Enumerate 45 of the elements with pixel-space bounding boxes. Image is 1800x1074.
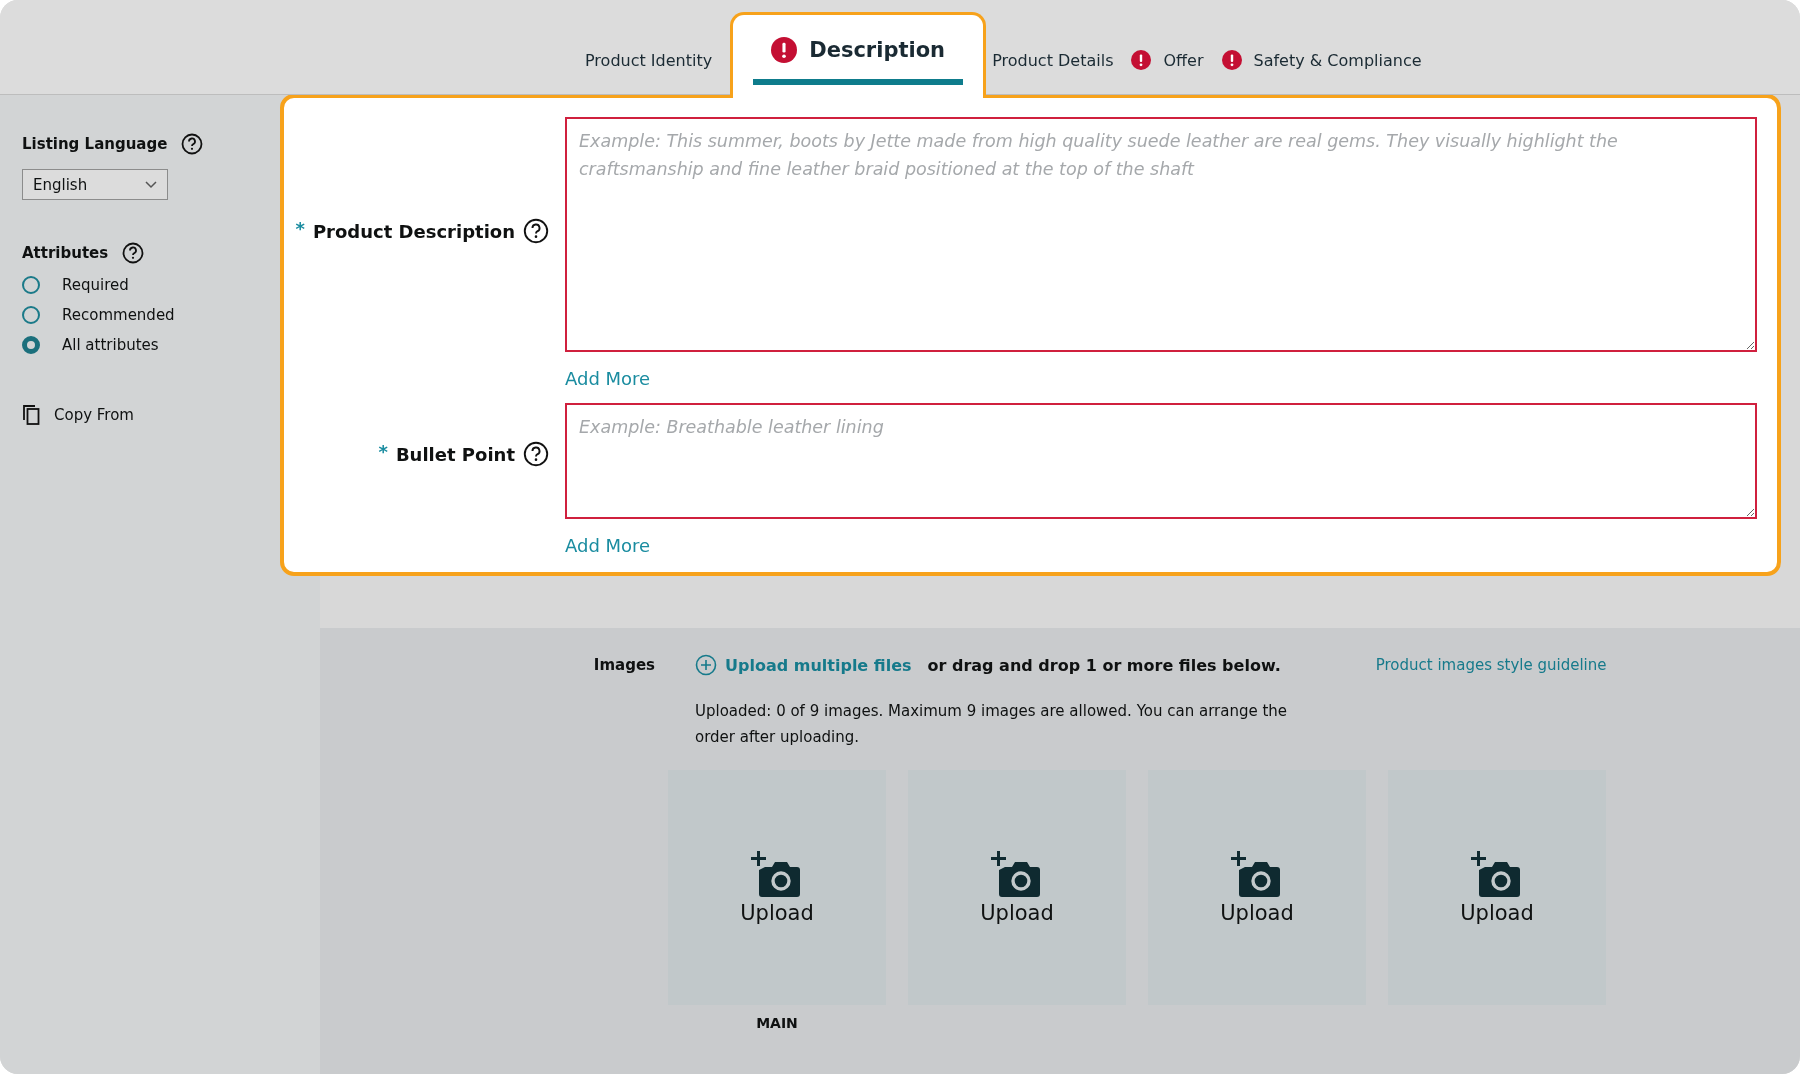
camera-add-icon: [751, 850, 803, 897]
camera-add-icon: [1471, 850, 1523, 897]
tab[interactable]: Offer: [1131, 50, 1222, 94]
error-icon: [771, 37, 798, 63]
radio-label: All attributes: [62, 336, 159, 354]
tab[interactable]: Product Identity: [585, 51, 731, 94]
help-icon[interactable]: [181, 133, 204, 155]
copy-icon[interactable]: [22, 404, 42, 426]
required-asterisk: *: [295, 218, 305, 239]
field-label: Bullet Point: [395, 443, 515, 465]
radio-label: Required: [62, 276, 129, 294]
error-icon: [1221, 50, 1242, 70]
radio-button[interactable]: [22, 306, 40, 324]
copy-from-link[interactable]: Copy From: [54, 406, 134, 424]
text-area[interactable]: Example: This summer, boots by Jette made from high quality suede leather are real gems. They visually highlight the craftsmanship and fine leather braid positioned at the top of the shaft: [565, 117, 1757, 352]
attributes-label: Attributes: [22, 244, 109, 262]
upload-tile[interactable]: Upload: [668, 770, 886, 1005]
images-label: Images: [592, 655, 656, 676]
camera-add-icon: [1231, 850, 1283, 897]
help-icon[interactable]: [122, 242, 145, 264]
required-asterisk: *: [378, 441, 388, 462]
upload-info-text: Uploaded: 0 of 9 images. Maximum 9 images are allowed. You can arrange the order after uploading.: [695, 701, 1289, 748]
radio-label: Recommended: [62, 306, 175, 324]
help-icon[interactable]: [523, 218, 549, 244]
add-more-link[interactable]: Add More: [565, 535, 651, 556]
field-label: Product Description: [312, 220, 515, 242]
drag-drop-text: or drag and drop 1 or more files below.: [927, 655, 1281, 675]
radio-button[interactable]: [22, 276, 40, 294]
plus-circle-icon[interactable]: [695, 654, 717, 676]
radio-button[interactable]: [22, 336, 40, 354]
chevron-down-icon: [145, 180, 157, 189]
upload-tile[interactable]: Upload: [1148, 770, 1366, 1005]
error-icon: [1131, 50, 1152, 70]
tab[interactable]: Description: [730, 12, 987, 98]
help-icon[interactable]: [523, 441, 549, 467]
add-more-link[interactable]: Add More: [565, 368, 651, 389]
camera-add-icon: [991, 850, 1043, 897]
tab[interactable]: Safety & Compliance: [1221, 50, 1440, 94]
tab[interactable]: Product Details: [992, 51, 1132, 94]
upload-tile[interactable]: Upload: [1388, 770, 1606, 1005]
listing-language-label: Listing Language: [22, 135, 168, 153]
language-dropdown[interactable]: English: [22, 169, 168, 200]
text-area[interactable]: Example: Breathable leather lining: [565, 403, 1757, 519]
main-caption: MAIN: [756, 1015, 798, 1031]
upload-tile[interactable]: Upload: [908, 770, 1126, 1005]
